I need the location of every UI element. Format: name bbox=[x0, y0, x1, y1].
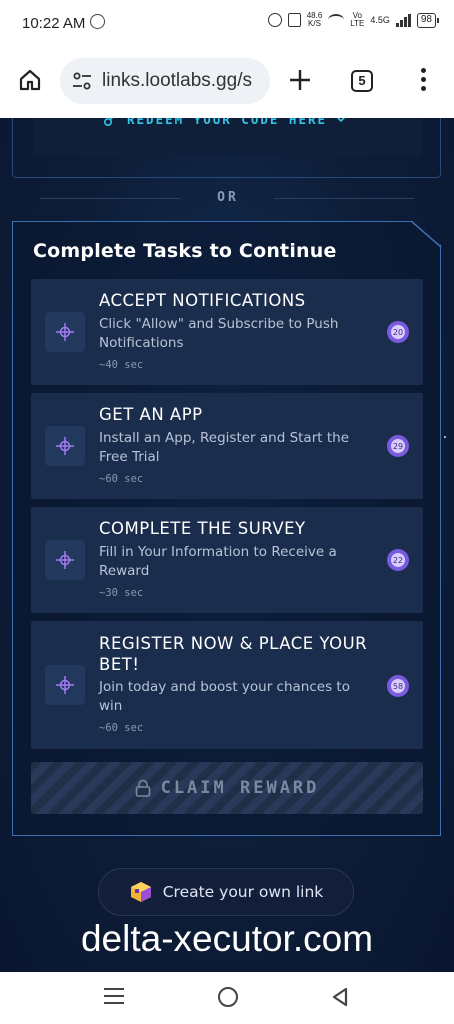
or-divider: OR bbox=[40, 188, 414, 208]
timer-value: 22 bbox=[393, 556, 403, 565]
volte-bottom: LTE bbox=[350, 19, 365, 28]
watermark-text: delta-xecutor.com bbox=[80, 918, 374, 959]
battery-indicator: 98 bbox=[416, 12, 440, 28]
home-icon[interactable] bbox=[18, 68, 42, 92]
redeem-box: REDEEM YOUR CODE HERE bbox=[33, 118, 422, 156]
task-icon-tile bbox=[45, 426, 85, 466]
url-text[interactable]: links.lootlabs.gg/s bbox=[102, 70, 262, 92]
redeem-code-toggle[interactable]: REDEEM YOUR CODE HERE bbox=[103, 118, 373, 130]
timer-value: 20 bbox=[393, 328, 403, 337]
task-description: Click "Allow" and Subscribe to Push Noti… bbox=[99, 316, 339, 351]
decorative-dot bbox=[444, 436, 446, 438]
task-title: REGISTER NOW & PLACE YOUR BET! bbox=[99, 634, 368, 674]
task-icon-tile bbox=[45, 665, 85, 705]
timer-value: 58 bbox=[393, 682, 403, 691]
claim-reward-label: CLAIM REWARD bbox=[160, 778, 320, 798]
status-icons: 48.6 K/S Vo LTE 4.5G 98 bbox=[267, 12, 440, 28]
volte-indicator: Vo LTE bbox=[350, 12, 364, 28]
system-nav-bar bbox=[0, 972, 454, 1024]
status-time: 10:22 AM bbox=[22, 15, 86, 32]
tasks-card: Complete Tasks to Continue ACCEPT NOTIFI… bbox=[12, 221, 441, 836]
divider-line-left bbox=[40, 198, 180, 199]
card-corner-accent bbox=[410, 220, 442, 248]
task-time: ~60 sec bbox=[99, 473, 144, 485]
wifi-icon bbox=[328, 14, 345, 26]
key-icon bbox=[103, 118, 114, 127]
timer-icon: 20 bbox=[387, 321, 409, 343]
alarm-icon bbox=[267, 13, 282, 27]
home-circle-icon[interactable] bbox=[218, 987, 238, 1007]
crosshair-icon bbox=[56, 676, 74, 694]
crosshair-icon bbox=[56, 437, 74, 455]
signal-icon bbox=[395, 13, 411, 27]
recent-apps-icon[interactable] bbox=[104, 988, 124, 1006]
create-link-button[interactable]: Create your own link bbox=[98, 868, 354, 916]
site-settings-icon[interactable] bbox=[72, 72, 92, 90]
whatsapp-icon bbox=[90, 14, 105, 29]
status-bar: 10:22 AM 48.6 K/S Vo LTE 4.5G 98 bbox=[0, 0, 454, 46]
chevron-down-icon bbox=[336, 118, 346, 123]
back-triangle-icon[interactable] bbox=[330, 986, 350, 1008]
redeem-label: REDEEM YOUR CODE HERE bbox=[127, 118, 328, 127]
task-time: ~40 sec bbox=[99, 359, 144, 371]
timer-value: 29 bbox=[393, 442, 403, 451]
redeem-section: REDEEM YOUR CODE HERE bbox=[12, 118, 441, 178]
network-speed: 48.6 K/S bbox=[307, 12, 323, 28]
crosshair-icon bbox=[56, 551, 74, 569]
timer-icon: 29 bbox=[387, 435, 409, 457]
task-item-app[interactable]: GET AN APP Install an App, Register and … bbox=[31, 393, 423, 499]
timer-icon: 22 bbox=[387, 549, 409, 571]
task-time: ~30 sec bbox=[99, 587, 144, 599]
task-item-notifications[interactable]: ACCEPT NOTIFICATIONS Click "Allow" and S… bbox=[31, 279, 423, 385]
task-icon-tile bbox=[45, 312, 85, 352]
more-menu-icon[interactable] bbox=[418, 68, 428, 94]
tasks-title: Complete Tasks to Continue bbox=[33, 240, 337, 262]
task-title: ACCEPT NOTIFICATIONS bbox=[99, 291, 306, 310]
network-speed-unit: K/S bbox=[308, 19, 321, 28]
timer-icon: 58 bbox=[387, 675, 409, 697]
create-link-label: Create your own link bbox=[162, 883, 324, 901]
task-description: Install an App, Register and Start the F… bbox=[99, 430, 349, 465]
task-item-survey[interactable]: COMPLETE THE SURVEY Fill in Your Informa… bbox=[31, 507, 423, 613]
address-bar[interactable]: links.lootlabs.gg/s bbox=[60, 58, 270, 104]
divider-line-right bbox=[274, 198, 414, 199]
nfc-icon bbox=[287, 13, 301, 27]
browser-toolbar: links.lootlabs.gg/s 5 bbox=[0, 46, 454, 118]
crosshair-icon bbox=[56, 323, 74, 341]
task-description: Join today and boost your chances to win bbox=[99, 679, 350, 714]
new-tab-icon[interactable] bbox=[286, 66, 314, 94]
network-type: 4.5G bbox=[370, 15, 390, 25]
task-title: GET AN APP bbox=[99, 405, 203, 424]
task-title: COMPLETE THE SURVEY bbox=[99, 519, 306, 538]
cube-logo-icon bbox=[130, 882, 151, 902]
task-icon-tile bbox=[45, 540, 85, 580]
task-time: ~60 sec bbox=[99, 722, 144, 734]
task-item-register-bet[interactable]: REGISTER NOW & PLACE YOUR BET! Join toda… bbox=[31, 621, 423, 749]
lock-icon bbox=[135, 779, 150, 797]
or-text: OR bbox=[217, 190, 239, 205]
page-content: REDEEM YOUR CODE HERE OR Complete Tasks … bbox=[0, 118, 454, 972]
tab-switcher-button[interactable]: 5 bbox=[351, 70, 373, 92]
task-description: Fill in Your Information to Receive a Re… bbox=[99, 544, 337, 579]
claim-reward-button[interactable]: CLAIM REWARD bbox=[31, 762, 423, 814]
